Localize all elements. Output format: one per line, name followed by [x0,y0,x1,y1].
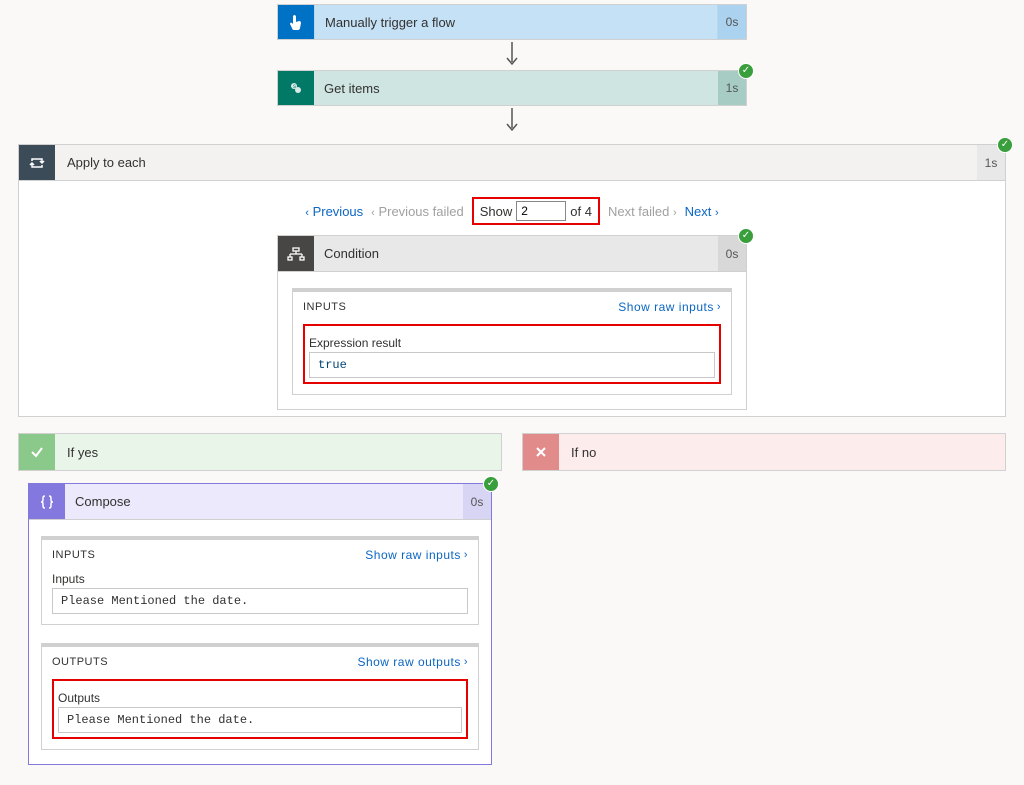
compose-card[interactable]: Compose 0s INPUTS Show raw inputs › Inpu… [28,483,492,765]
pager-show-highlight: Show of 4 [472,197,600,225]
compose-outputs-label: OUTPUTS [52,656,108,668]
if-no-header[interactable]: If no [522,433,1006,471]
sharepoint-icon: s [278,71,314,105]
compose-outputs-field-label: Outputs [58,691,462,705]
success-badge-icon [997,137,1013,153]
close-icon [523,434,559,470]
condition-inputs-panel: INPUTS Show raw inputs › Expression resu… [292,288,732,395]
trigger-duration: 0s [718,5,746,39]
arrow-icon [0,40,1024,70]
if-yes-header[interactable]: If yes [18,433,502,471]
expression-result-label: Expression result [309,336,715,350]
loop-icon [19,145,55,180]
braces-icon [29,484,65,519]
expression-result-value: true [309,352,715,378]
condition-header[interactable]: Condition 0s [278,236,746,272]
compose-inputs-field-label: Inputs [52,572,468,586]
if-no-branch: If no [522,433,1006,765]
arrow-icon [0,106,1024,136]
if-yes-title: If yes [55,445,110,460]
compose-title: Compose [65,484,463,519]
condition-title: Condition [314,236,718,271]
if-yes-branch: If yes Compose 0s INPUTS Show raw inputs… [18,433,502,765]
compose-outputs-highlight: Outputs Please Mentioned the date. [52,679,468,739]
condition-card[interactable]: Condition 0s INPUTS Show raw inputs › Ex… [277,235,747,410]
pager-next[interactable]: Next › [685,204,719,219]
pager-show-label: Show [480,204,513,219]
compose-inputs-value: Please Mentioned the date. [52,588,468,614]
compose-outputs-panel: OUTPUTS Show raw outputs › Outputs Pleas… [41,643,479,750]
pager-next-failed: Next failed › [608,204,677,219]
trigger-card[interactable]: Manually trigger a flow 0s [277,4,747,40]
apply-header[interactable]: Apply to each 1s [19,145,1005,181]
condition-icon [278,236,314,271]
compose-inputs-label: INPUTS [52,549,95,561]
compose-header[interactable]: Compose 0s [29,484,491,520]
pager-index-input[interactable] [516,201,566,221]
check-icon [19,434,55,470]
pager-previous-failed: ‹ Previous failed [371,204,464,219]
show-raw-outputs-link[interactable]: Show raw outputs › [357,655,468,669]
getitems-card[interactable]: s Get items 1s [277,70,747,106]
apply-title: Apply to each [55,145,977,180]
if-no-title: If no [559,445,608,460]
compose-outputs-value: Please Mentioned the date. [58,707,462,733]
inputs-label: INPUTS [303,301,346,313]
touch-icon [278,5,314,39]
pager-previous[interactable]: ‹ Previous [305,204,363,219]
success-badge-icon [738,228,754,244]
trigger-title: Manually trigger a flow [314,5,718,39]
expression-result-highlight: Expression result true [303,324,721,384]
show-raw-inputs-link[interactable]: Show raw inputs › [618,300,721,314]
pager-of-label: of 4 [570,204,592,219]
getitems-title: Get items [314,71,718,105]
compose-inputs-panel: INPUTS Show raw inputs › Inputs Please M… [41,536,479,625]
success-badge-icon [483,476,499,492]
success-badge-icon [738,63,754,79]
show-raw-inputs-link[interactable]: Show raw inputs › [365,548,468,562]
pager: ‹ Previous ‹ Previous failed Show of 4 N… [37,197,987,225]
svg-text:s: s [293,84,296,90]
apply-to-each-card[interactable]: Apply to each 1s ‹ Previous ‹ Previous f… [18,144,1006,417]
